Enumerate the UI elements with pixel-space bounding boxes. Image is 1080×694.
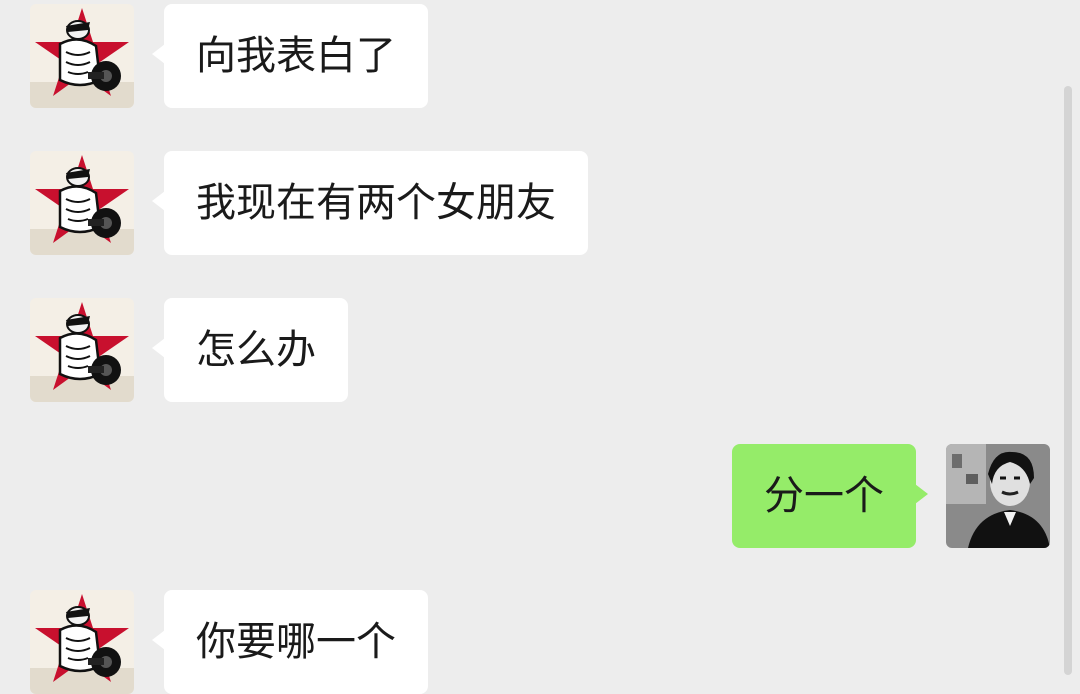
message-row: 你要哪一个 [0,590,1080,694]
contact-avatar[interactable] [30,298,134,402]
message-row: 向我表白了 [0,4,1080,108]
self-avatar[interactable] [946,444,1050,548]
message-row: 我现在有两个女朋友 [0,151,1080,255]
bodybuilder-avatar-icon [30,590,134,694]
man-portrait-avatar-icon [946,444,1050,548]
message-bubble[interactable]: 分一个 [732,444,916,548]
scrollbar[interactable] [1064,86,1072,675]
bodybuilder-avatar-icon [30,4,134,108]
bodybuilder-avatar-icon [30,151,134,255]
contact-avatar[interactable] [30,590,134,694]
contact-avatar[interactable] [30,4,134,108]
bubble-tail [915,484,928,504]
message-bubble[interactable]: 怎么办 [164,298,348,402]
contact-avatar[interactable] [30,151,134,255]
message-bubble[interactable]: 你要哪一个 [164,590,428,694]
message-row: 怎么办 [0,298,1080,402]
chat-area: 向我表白了 我现在有两个女朋友 怎么办 分一个 你要哪一个 [0,0,1080,694]
message-row: 分一个 [0,444,1080,548]
message-bubble[interactable]: 我现在有两个女朋友 [164,151,588,255]
bodybuilder-avatar-icon [30,298,134,402]
message-bubble[interactable]: 向我表白了 [164,4,428,108]
